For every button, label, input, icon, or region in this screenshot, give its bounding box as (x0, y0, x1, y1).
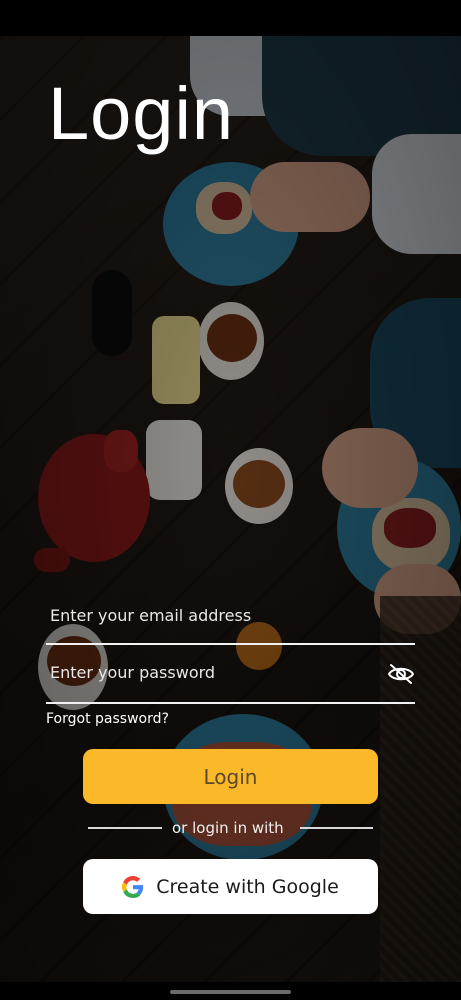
forgot-password-link[interactable]: Forgot password? (46, 711, 169, 727)
dark-overlay (0, 36, 461, 982)
eye-off-icon[interactable] (387, 662, 415, 686)
status-bar (0, 0, 461, 36)
navigation-bar (0, 982, 461, 1000)
email-field[interactable]: Enter your email address (50, 606, 410, 628)
divider-text: or login in with (172, 819, 284, 837)
email-field-underline (46, 643, 415, 645)
google-icon (122, 875, 144, 898)
password-field-underline (46, 702, 415, 704)
google-button-label: Create with Google (156, 875, 339, 898)
divider-line-right (300, 827, 373, 829)
home-indicator[interactable] (170, 990, 291, 994)
page-title: Login (48, 72, 235, 155)
divider-line-left (88, 827, 162, 829)
google-signup-button[interactable]: Create with Google (83, 859, 378, 914)
password-field[interactable]: Enter your password (50, 663, 370, 685)
login-button-label: Login (203, 764, 258, 789)
login-button[interactable]: Login (83, 749, 378, 804)
